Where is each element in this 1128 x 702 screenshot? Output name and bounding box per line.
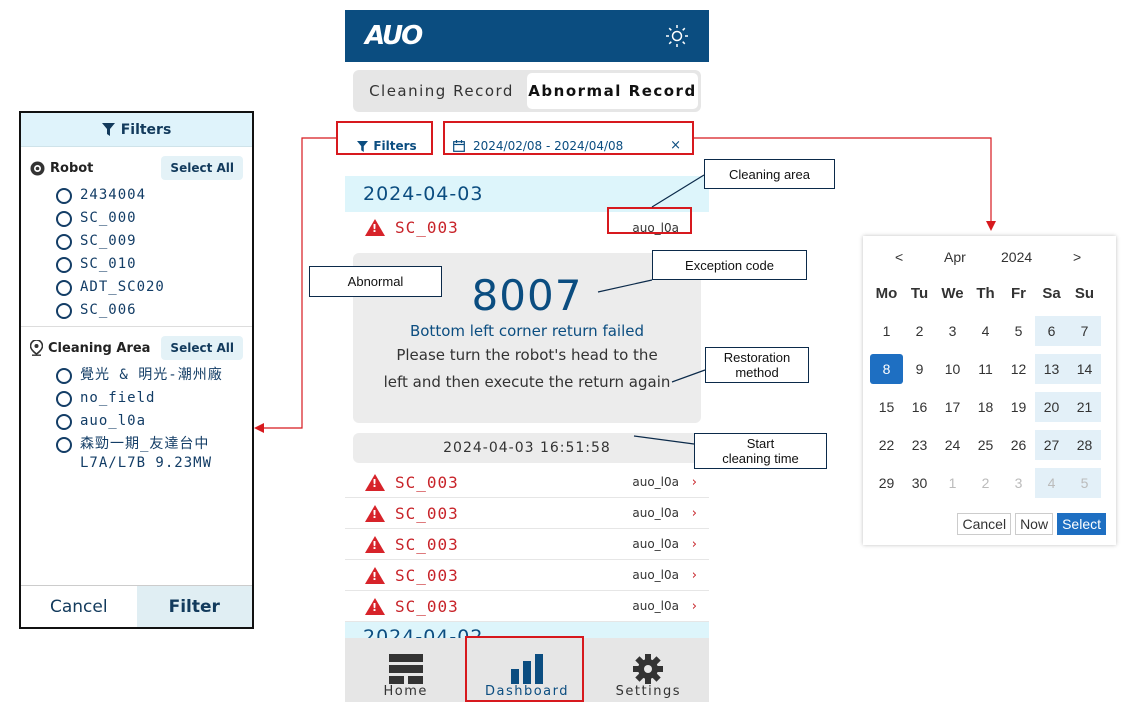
callout-line: Restoration (723, 350, 791, 365)
calendar-day[interactable]: 8 (870, 354, 903, 384)
callout-line: method (735, 365, 779, 380)
calendar-day[interactable]: 2 (903, 316, 936, 346)
calendar-day[interactable]: 24 (936, 430, 969, 460)
calendar-day[interactable]: 14 (1068, 354, 1101, 384)
calendar-day[interactable]: 5 (1068, 468, 1101, 498)
calendar-day[interactable]: 27 (1035, 430, 1068, 460)
callout-restoration-method: Restoration method (705, 347, 809, 383)
calendar-day[interactable]: 2 (969, 468, 1002, 498)
calendar-day[interactable]: 9 (903, 354, 936, 384)
calendar-day[interactable]: 22 (870, 430, 903, 460)
calendar-day[interactable]: 7 (1068, 316, 1101, 346)
calendar-day[interactable]: 13 (1035, 354, 1068, 384)
next-month-button[interactable]: > (1073, 249, 1081, 265)
calendar-day[interactable]: 4 (1035, 468, 1068, 498)
calendar-year[interactable]: 2024 (1001, 249, 1032, 265)
calendar-day[interactable]: 15 (870, 392, 903, 422)
calendar-day[interactable]: 1 (870, 316, 903, 346)
callout-line: cleaning time (722, 451, 799, 466)
calendar-day[interactable]: 26 (1002, 430, 1035, 460)
calendar-select-button[interactable]: Select (1057, 513, 1106, 535)
weekday-label: Su (1074, 284, 1095, 302)
callout-cleaning-area: Cleaning area (704, 159, 835, 189)
calendar-day[interactable]: 6 (1035, 316, 1068, 346)
date-picker-popup: < Apr 2024 > Mo Tu We Th Fr Sa Su 1 2 3 4 5 6 7 8 9 10 11… (863, 236, 1116, 545)
weekday-label: Fr (1011, 284, 1026, 302)
weekday-label: Th (976, 284, 995, 302)
calendar-day[interactable]: 20 (1035, 392, 1068, 422)
weekday-label: Sa (1042, 284, 1061, 302)
calendar-day[interactable]: 12 (1002, 354, 1035, 384)
calendar-day[interactable]: 30 (903, 468, 936, 498)
calendar-day[interactable]: 21 (1068, 392, 1101, 422)
calendar-grid: Mo Tu We Th Fr Sa Su 1 2 3 4 5 6 7 8 9 10 11 12 13 14 15 16 17 1… (870, 278, 1116, 498)
calendar-cancel-button[interactable]: Cancel (957, 513, 1012, 535)
calendar-day[interactable]: 17 (936, 392, 969, 422)
weekday-label: Mo (875, 284, 898, 302)
calendar-actions: Cancel Now Select (957, 513, 1106, 535)
calendar-day[interactable]: 5 (1002, 316, 1035, 346)
calendar-day[interactable]: 4 (969, 316, 1002, 346)
calendar-header: < Apr 2024 > (863, 236, 1116, 278)
calendar-day[interactable]: 25 (969, 430, 1002, 460)
weekday-label: We (941, 284, 964, 302)
calendar-day[interactable]: 28 (1068, 430, 1101, 460)
calendar-day[interactable]: 3 (1002, 468, 1035, 498)
calendar-day[interactable]: 18 (969, 392, 1002, 422)
prev-month-button[interactable]: < (895, 249, 903, 265)
calendar-day[interactable]: 16 (903, 392, 936, 422)
callout-exception-code: Exception code (652, 250, 807, 280)
calendar-day[interactable]: 11 (969, 354, 1002, 384)
calendar-day[interactable]: 3 (936, 316, 969, 346)
calendar-now-button[interactable]: Now (1015, 513, 1054, 535)
callout-abnormal: Abnormal (309, 266, 442, 297)
calendar-day[interactable]: 10 (936, 354, 969, 384)
calendar-day[interactable]: 19 (1002, 392, 1035, 422)
weekday-label: Tu (910, 284, 929, 302)
callout-line: Start (746, 436, 775, 451)
calendar-day[interactable]: 1 (936, 468, 969, 498)
calendar-day[interactable]: 23 (903, 430, 936, 460)
calendar-day[interactable]: 29 (870, 468, 903, 498)
callout-start-cleaning-time: Start cleaning time (694, 433, 827, 469)
calendar-month[interactable]: Apr (944, 249, 966, 265)
